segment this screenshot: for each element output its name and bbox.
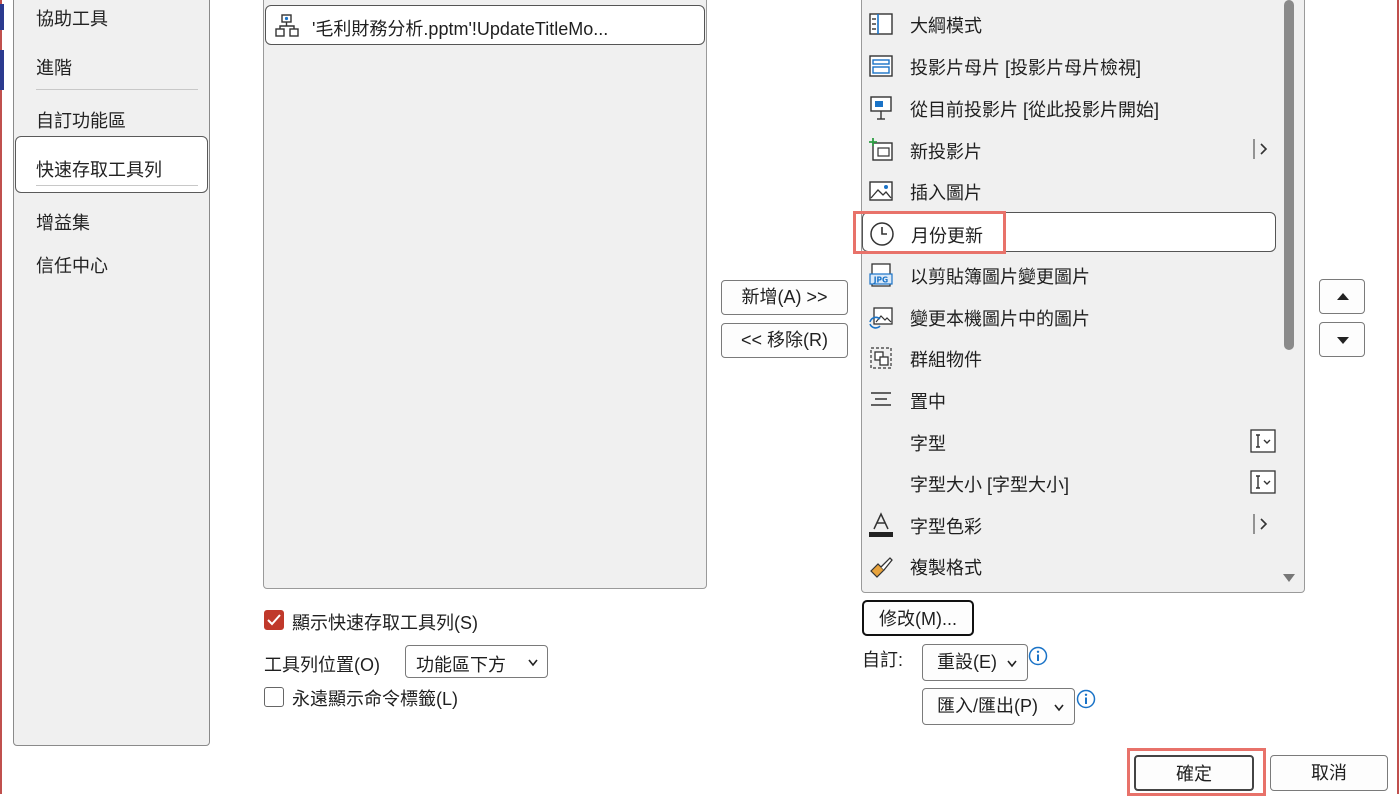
move-up-icon [1337, 293, 1349, 300]
qa-item-outline-view[interactable]: 大綱模式 [862, 3, 1276, 43]
move-up-button[interactable] [1319, 279, 1365, 314]
qa-item-label: 插入圖片 [910, 183, 982, 203]
insert-picture-icon [869, 181, 893, 201]
nav-item-advanced[interactable]: 進階 [36, 54, 72, 80]
move-down-icon [1337, 337, 1349, 344]
qa-item-label: 以剪貼簿圖片變更圖片 [910, 267, 1090, 287]
qa-item-align-center[interactable]: 置中 [862, 379, 1276, 419]
available-commands-list[interactable] [263, 0, 707, 589]
highlight-box [853, 211, 1006, 254]
highlight-box [1127, 748, 1266, 796]
qa-item-label: 變更本機圖片中的圖片 [910, 309, 1090, 329]
svg-text:JPG: JPG [873, 276, 888, 285]
qa-item-change-picture-local[interactable]: 變更本機圖片中的圖片 [862, 296, 1276, 336]
qa-item-font[interactable]: 字型 [862, 421, 1276, 461]
window-edge [0, 0, 2, 794]
jpg-picture-icon: JPG [869, 263, 893, 287]
format-painter-icon [870, 557, 893, 578]
qa-item-label: 字型 [910, 434, 946, 454]
window-edge-right [1397, 0, 1399, 794]
qa-item-label: 字型大小 [字型大小] [910, 475, 1070, 495]
qa-item-font-color[interactable]: 字型色彩 [862, 504, 1276, 544]
window-edge-accent [0, 50, 4, 90]
qa-item-label: 群組物件 [910, 350, 982, 370]
checkmark-icon [267, 614, 281, 626]
chevron-down-icon [1054, 704, 1064, 712]
chevron-down-icon [1007, 660, 1017, 668]
always-show-labels-label[interactable]: 永遠顯示命令標籤(L) [292, 685, 458, 711]
qa-item-label: 新投影片 [910, 142, 982, 162]
group-objects-icon [870, 347, 892, 369]
info-icon[interactable] [1076, 689, 1096, 709]
qa-item-label: 複製格式 [910, 558, 982, 578]
text-box-dropdown-icon [1250, 429, 1276, 453]
qa-item-insert-picture[interactable]: 插入圖片 [862, 170, 1276, 210]
nav-divider [36, 89, 198, 90]
present-from-current-icon [870, 96, 892, 120]
reset-dropdown[interactable]: 重設(E) [922, 644, 1028, 681]
qa-item-present-from-current[interactable]: 從目前投影片 [從此投影片開始] [862, 87, 1276, 127]
submenu-arrow-icon [1253, 139, 1268, 159]
list-scrollbar-thumb[interactable] [1284, 0, 1294, 350]
toolbar-position-value: 功能區下方 [416, 655, 506, 675]
nav-item-addins[interactable]: 增益集 [36, 209, 90, 235]
move-down-button[interactable] [1319, 322, 1365, 357]
qa-item-label: 大綱模式 [910, 16, 982, 36]
qa-item-format-painter[interactable]: 複製格式 [862, 545, 1276, 585]
qa-item-change-picture-clipboard[interactable]: JPG 以剪貼簿圖片變更圖片 [862, 254, 1276, 294]
qa-item-label: 從目前投影片 [從此投影片開始] [910, 100, 1160, 120]
qa-item-new-slide[interactable]: 新投影片 [862, 129, 1276, 169]
outline-view-icon [869, 13, 893, 35]
scroll-down-icon[interactable] [1282, 572, 1296, 584]
qa-item-slide-master[interactable]: 投影片母片 [投影片母片檢視] [862, 45, 1276, 85]
qa-item-label: 字型色彩 [910, 517, 982, 537]
new-slide-icon [869, 138, 893, 161]
info-icon[interactable] [1028, 646, 1048, 666]
always-show-labels-checkbox[interactable] [264, 687, 284, 707]
list-item-macro[interactable]: '毛利財務分析.pptm'!UpdateTitleMo... [265, 5, 705, 45]
add-button[interactable]: 新增(A) >> [721, 280, 848, 315]
modify-button[interactable]: 修改(M)... [862, 600, 974, 636]
nav-item-trust-center[interactable]: 信任中心 [36, 252, 108, 278]
toolbar-position-select[interactable]: 功能區下方 [405, 645, 548, 678]
customize-label: 自訂: [862, 650, 904, 670]
options-nav: 協助工具 進階 自訂功能區 快速存取工具列 增益集 信任中心 [13, 0, 210, 746]
nav-item-customize-ribbon[interactable]: 自訂功能區 [36, 107, 126, 133]
nav-divider [36, 185, 198, 186]
show-qat-checkbox[interactable] [264, 610, 284, 630]
align-center-icon [871, 392, 891, 406]
nav-item-quick-access-toolbar[interactable]: 快速存取工具列 [36, 156, 162, 182]
toolbar-position-label: 工具列位置(O) [264, 655, 380, 675]
font-color-icon [869, 512, 893, 537]
remove-button[interactable]: << 移除(R) [721, 323, 848, 358]
qa-item-group-objects[interactable]: 群組物件 [862, 337, 1276, 377]
list-item-label: '毛利財務分析.pptm'!UpdateTitleMo... [312, 19, 609, 39]
cancel-button[interactable]: 取消 [1270, 755, 1388, 791]
window-edge-accent [0, 4, 4, 30]
reset-label: 重設(E) [937, 652, 997, 672]
nav-item-accessibility[interactable]: 協助工具 [36, 5, 108, 31]
qa-item-label: 置中 [910, 392, 946, 412]
macro-icon [275, 14, 299, 37]
show-qat-label[interactable]: 顯示快速存取工具列(S) [292, 609, 478, 635]
chevron-down-icon [528, 659, 538, 667]
import-export-label: 匯入/匯出(P) [937, 696, 1038, 716]
slide-master-icon [869, 55, 893, 77]
text-box-dropdown-icon [1250, 470, 1276, 494]
qa-item-font-size[interactable]: 字型大小 [字型大小] [862, 462, 1276, 502]
import-export-dropdown[interactable]: 匯入/匯出(P) [922, 688, 1075, 725]
qa-item-label: 投影片母片 [投影片母片檢視] [910, 58, 1142, 78]
change-picture-icon [869, 307, 893, 329]
submenu-arrow-icon [1253, 514, 1268, 534]
